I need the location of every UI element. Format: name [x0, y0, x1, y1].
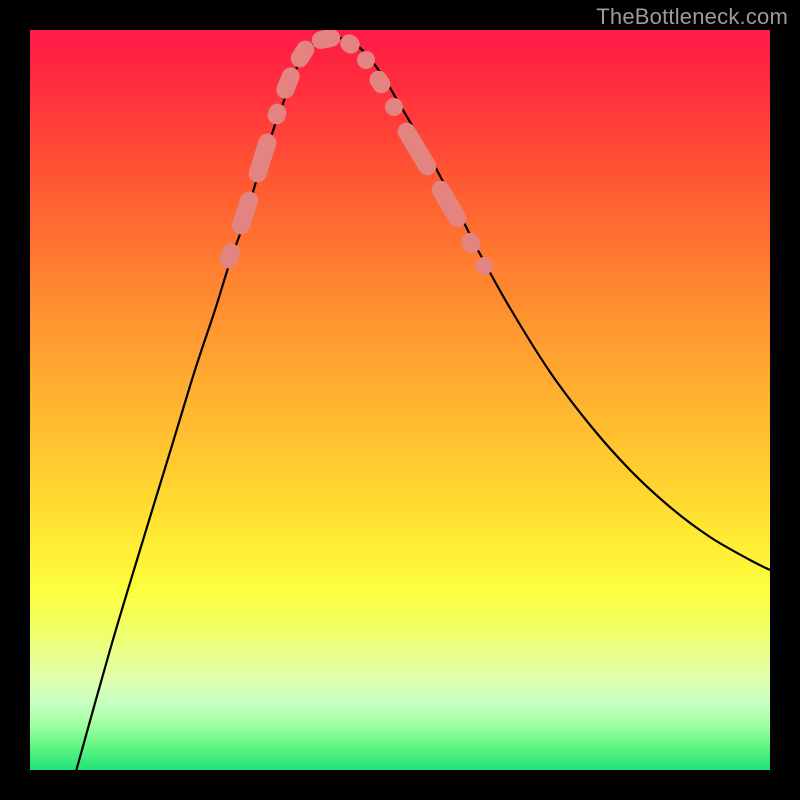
highlight-marker [337, 31, 364, 57]
markers-layer [30, 30, 770, 770]
highlight-marker [217, 241, 242, 271]
highlight-marker [382, 95, 407, 120]
highlight-marker [229, 189, 260, 237]
highlight-marker [366, 67, 393, 96]
highlight-marker [265, 101, 288, 126]
plot-area [30, 30, 770, 770]
highlight-marker [394, 119, 439, 178]
watermark-text: TheBottleneck.com [596, 4, 788, 30]
highlight-marker [458, 230, 484, 257]
highlight-marker [246, 131, 278, 184]
highlight-marker [472, 254, 497, 279]
highlight-markers [217, 30, 496, 278]
highlight-marker [428, 177, 469, 230]
highlight-marker [310, 30, 342, 51]
highlight-marker [354, 48, 379, 73]
highlight-marker [274, 65, 303, 102]
chart-frame: TheBottleneck.com [0, 0, 800, 800]
